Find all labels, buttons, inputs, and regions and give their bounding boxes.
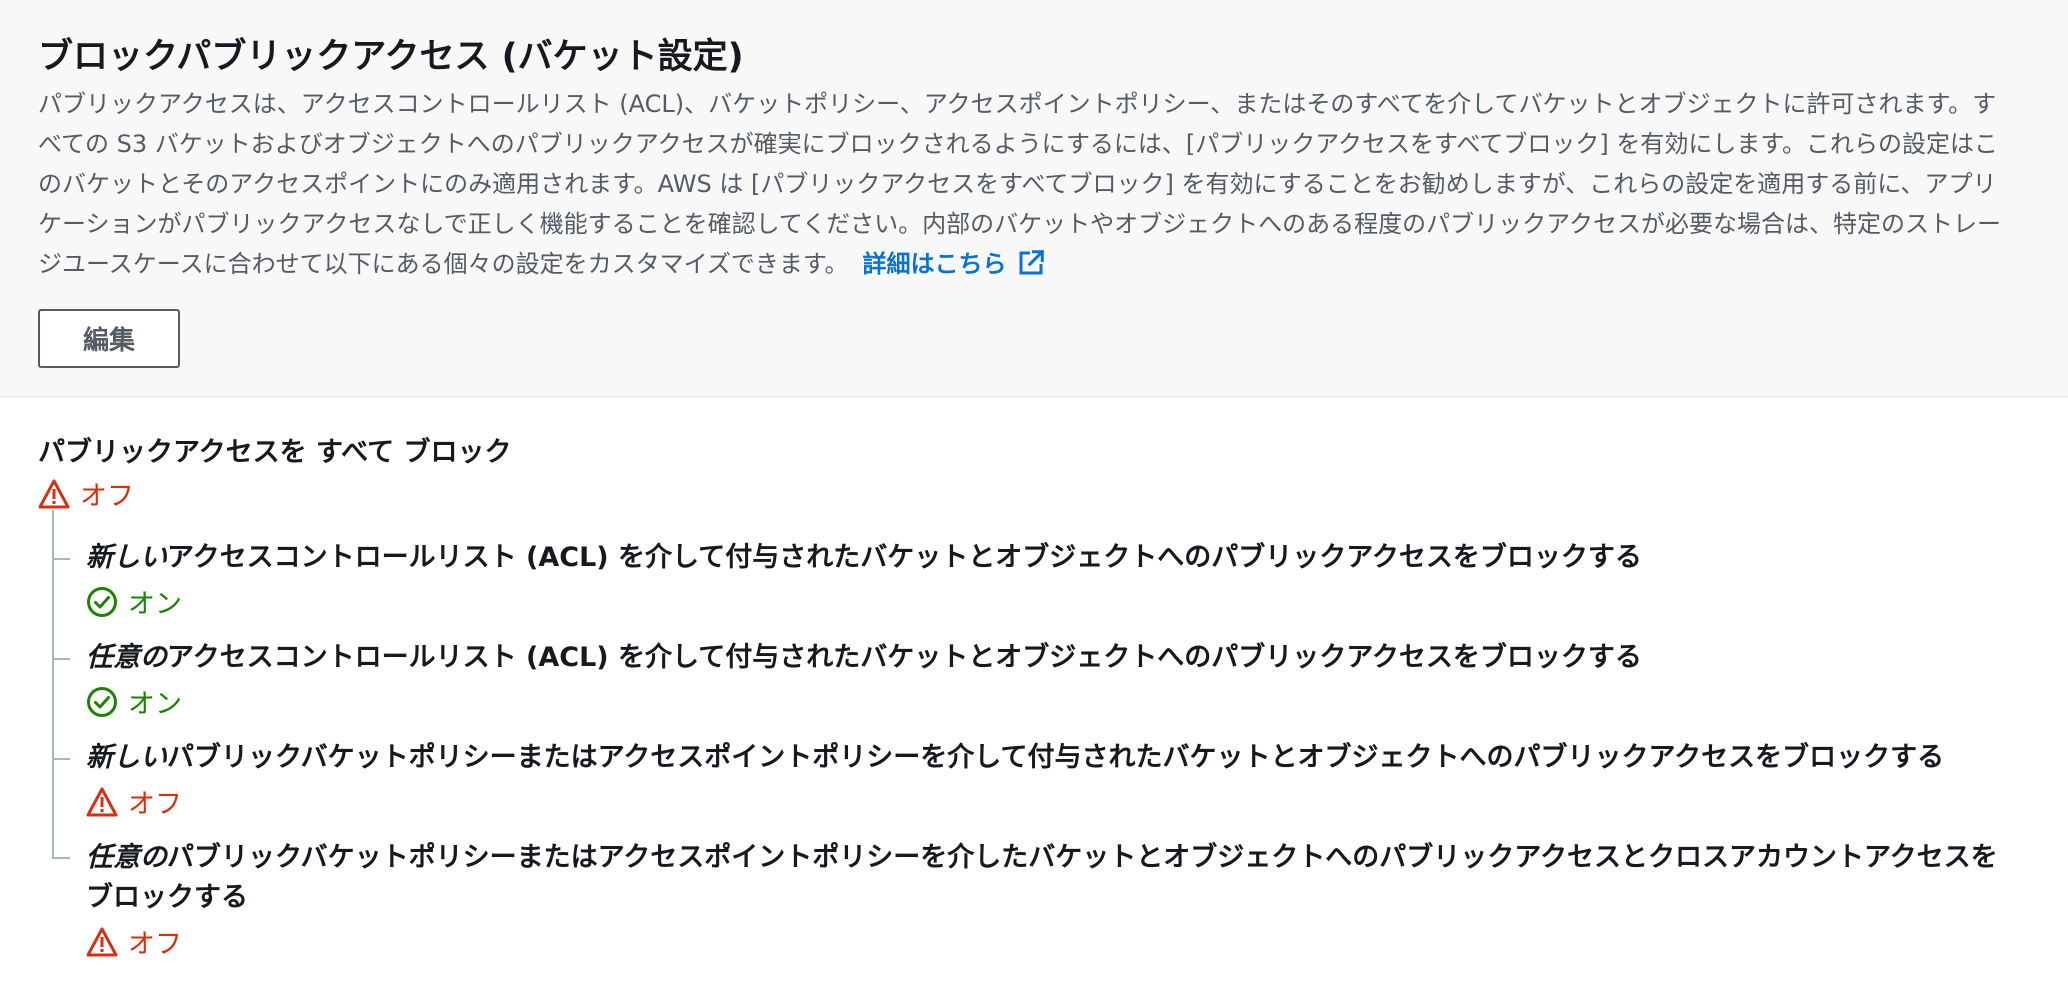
setting-emphasis: 新しい bbox=[86, 542, 167, 573]
warning-triangle-icon bbox=[86, 927, 118, 956]
setting-new-policy-title: 新しいパブリックバケットポリシーまたはアクセスポイントポリシーを介して付与された… bbox=[86, 738, 2016, 778]
block-all-status: オフ bbox=[38, 474, 134, 513]
settings-header: ブロックパブリックアクセス (バケット設定) パブリックアクセスは、アクセスコン… bbox=[0, 0, 2068, 397]
tree-branch bbox=[52, 558, 70, 560]
check-circle-icon bbox=[87, 586, 117, 617]
check-circle-icon bbox=[87, 686, 117, 717]
setting-emphasis: 任意の bbox=[86, 842, 167, 873]
setting-any-policy-status: オフ bbox=[86, 922, 182, 961]
page-title: ブロックパブリックアクセス (バケット設定) bbox=[38, 37, 744, 77]
setting-any-acl-status: オン bbox=[86, 682, 182, 721]
setting-any-policy-title: 任意のパブリックバケットポリシーまたはアクセスポイントポリシーを介したバケットと… bbox=[86, 838, 2016, 918]
section-description: パブリックアクセスは、アクセスコントロールリスト (ACL)、バケットポリシー、… bbox=[38, 84, 2013, 284]
tree-branch bbox=[52, 857, 70, 859]
warning-triangle-icon bbox=[86, 787, 118, 816]
block-all-public-access-label: パブリックアクセスを すべて ブロック bbox=[38, 437, 512, 468]
setting-new-policy-status: オフ bbox=[86, 782, 182, 821]
setting-text: アクセスコントロールリスト (ACL) を介して付与されたバケットとオブジェクト… bbox=[167, 542, 1642, 573]
external-link-icon bbox=[1019, 249, 1045, 275]
setting-new-acl-status: オン bbox=[86, 582, 182, 621]
setting-any-acl-title: 任意のアクセスコントロールリスト (ACL) を介して付与されたバケットとオブジ… bbox=[86, 638, 2016, 678]
setting-text: アクセスコントロールリスト (ACL) を介して付与されたバケットとオブジェクト… bbox=[167, 642, 1642, 673]
setting-new-acl-title: 新しいアクセスコントロールリスト (ACL) を介して付与されたバケットとオブジ… bbox=[86, 538, 2016, 578]
block-all-status-text: オフ bbox=[80, 481, 134, 512]
learn-more-label: 詳細はこちら bbox=[862, 250, 1007, 278]
tree-branch bbox=[52, 758, 70, 760]
tree-branch bbox=[52, 658, 70, 660]
edit-button[interactable]: 編集 bbox=[38, 309, 180, 368]
warning-triangle-icon bbox=[38, 479, 70, 508]
settings-tree-line bbox=[52, 510, 54, 857]
setting-status-text: オン bbox=[128, 689, 182, 720]
setting-status-text: オン bbox=[128, 589, 182, 620]
setting-text: パブリックバケットポリシーまたはアクセスポイントポリシーを介して付与されたバケッ… bbox=[167, 742, 1945, 773]
setting-emphasis: 任意の bbox=[86, 642, 167, 673]
setting-status-text: オフ bbox=[128, 929, 182, 960]
setting-emphasis: 新しい bbox=[86, 742, 167, 773]
setting-text: パブリックバケットポリシーまたはアクセスポイントポリシーを介したバケットとオブジ… bbox=[86, 842, 1998, 913]
learn-more-link[interactable]: 詳細はこちら bbox=[862, 249, 1046, 278]
setting-status-text: オフ bbox=[128, 789, 182, 820]
